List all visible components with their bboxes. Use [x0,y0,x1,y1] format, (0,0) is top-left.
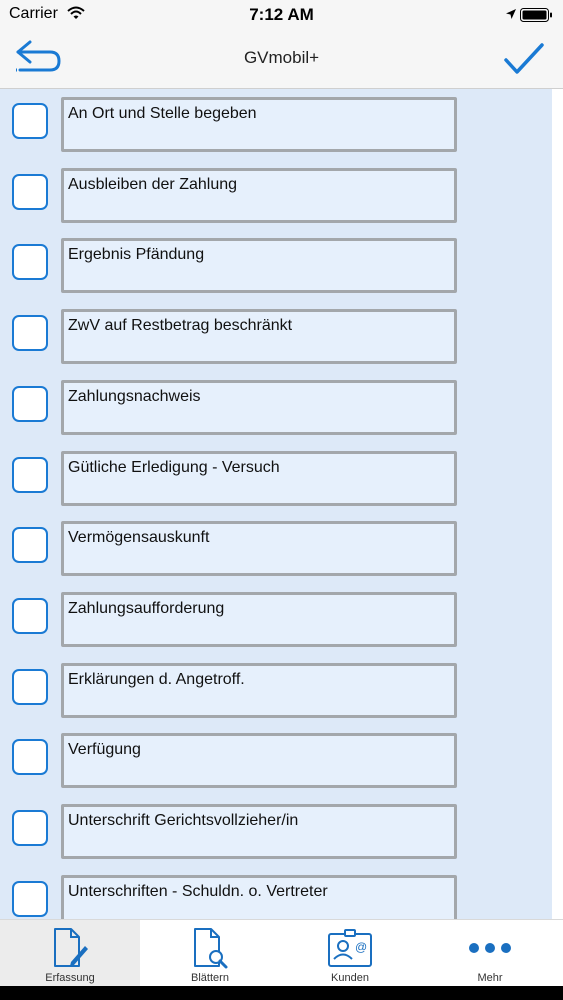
field-label: An Ort und Stelle begeben [68,105,257,122]
field-label: Unterschrift Gerichtsvollzieher/in [68,812,299,829]
right-margin-strip [552,89,563,919]
checklist-container[interactable]: An Ort und Stelle begeben Ausbleiben der… [0,89,563,919]
svg-text:@: @ [355,940,367,954]
checkbox[interactable] [12,810,48,846]
checkbox[interactable] [12,739,48,776]
text-field[interactable]: Unterschriften - Schuldn. o. Vertreter [61,874,457,919]
checkbox[interactable] [12,385,48,422]
field-label: ZwV auf Restbetrag beschränkt [68,317,293,335]
field-label: Zahlungsnachweis [68,387,201,405]
checkbox[interactable] [12,668,48,705]
done-button[interactable] [500,40,548,80]
list-item: Zahlungsnachweis [0,372,552,442]
field-label: Vermögensauskunft [68,529,210,547]
tab-erfassung[interactable]: Erfassung [0,920,140,987]
text-field[interactable]: Gütliche Erledigung - Versuch [61,450,457,506]
checkbox[interactable] [12,173,48,210]
list-item: Zahlungsaufforderung [0,584,552,654]
checkmark-icon [504,43,544,74]
list-item: Unterschrift Gerichtsvollzieher/in [0,796,552,866]
tab-label: Mehr [477,972,503,984]
text-field[interactable]: ZwV auf Restbetrag beschränkt [61,309,457,365]
text-field[interactable]: Unterschrift Gerichtsvollzieher/in [61,804,457,859]
list-item: An Ort und Stelle begeben [0,89,552,159]
field-label: Zahlungsaufforderung [68,599,225,617]
field-label: Verfügung [68,741,141,759]
text-field[interactable]: Verfügung [61,733,457,789]
list-item: ZwV auf Restbetrag beschränkt [0,301,552,371]
tab-bar: Erfassung Blättern @ Kunden Mehr [0,919,563,987]
text-field[interactable]: Ausbleiben der Zahlung [61,167,457,223]
list-item: Verfügung [0,725,552,795]
checkbox[interactable] [12,244,48,281]
field-label: Unterschriften - Schuldn. o. Vertreter [68,882,328,900]
text-field[interactable]: Erklärungen d. Angetroff. [61,662,457,718]
checkbox[interactable] [12,315,48,352]
text-field[interactable]: Zahlungsaufforderung [61,591,457,647]
field-label: Gütliche Erledigung - Versuch [68,458,280,476]
tab-kunden[interactable]: @ Kunden [280,920,420,987]
contact-card-icon: @ [328,929,372,967]
edit-document-icon [54,928,88,967]
text-field[interactable]: An Ort und Stelle begeben [61,97,457,152]
page-title: GVmobil+ [243,48,320,67]
text-field[interactable]: Ergebnis Pfändung [61,238,457,294]
list-item: Unterschriften - Schuldn. o. Vertreter [0,867,552,919]
list-item: Ergebnis Pfändung [0,230,552,300]
status-bar: Carrier 7:12 AM [0,0,563,28]
battery-icon [520,8,552,22]
list-item: Erklärungen d. Angetroff. [0,655,552,725]
checkbox[interactable] [12,880,48,917]
tab-mehr[interactable]: Mehr [420,920,560,987]
checkbox[interactable] [12,456,48,493]
tab-label: Erfassung [45,972,95,984]
more-dots-icon [469,943,511,953]
tab-label: Kunden [331,972,369,984]
text-field[interactable]: Vermögensauskunft [61,521,457,577]
location-arrow-icon [506,9,516,19]
list-item: Vermögensauskunft [0,513,552,583]
checkbox[interactable] [12,103,48,139]
checkbox[interactable] [12,597,48,634]
text-field[interactable]: Zahlungsnachweis [61,379,457,435]
list-item: Gütliche Erledigung - Versuch [0,443,552,513]
navigation-bar: GVmobil+ [0,28,563,89]
list-item: Ausbleiben der Zahlung [0,160,552,230]
clock-label: 7:12 AM [249,5,314,24]
tab-label: Blättern [191,972,229,984]
search-document-icon [194,928,228,969]
field-label: Ergebnis Pfändung [68,246,205,264]
tab-blaettern[interactable]: Blättern [140,920,280,987]
field-label: Erklärungen d. Angetroff. [68,670,245,688]
checkbox[interactable] [12,527,48,564]
bottom-bar [0,986,563,1000]
field-label: Ausbleiben der Zahlung [68,175,238,193]
